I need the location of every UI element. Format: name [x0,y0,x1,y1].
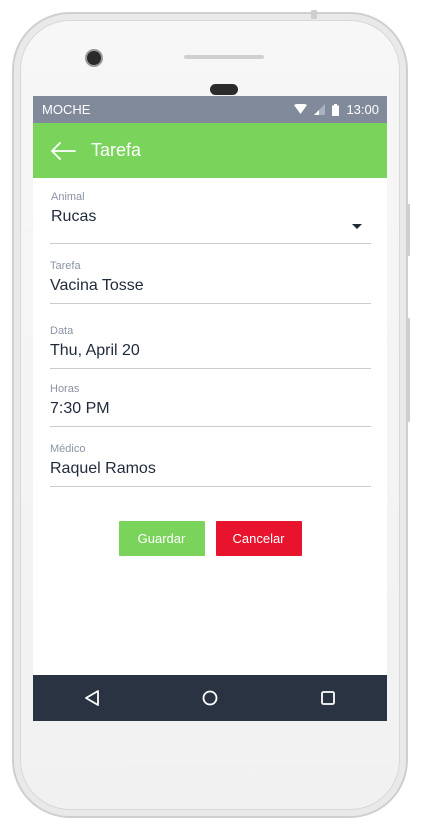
signal-icon [314,104,326,115]
save-button[interactable]: Guardar [118,521,205,556]
wifi-icon [294,104,308,115]
horas-label: Horas [50,383,80,395]
animal-value: Rucas [51,208,97,225]
earpiece-speaker [184,55,264,59]
medico-field[interactable]: Médico Raquel Ramos [50,427,371,487]
dropdown-arrow-icon[interactable] [352,224,362,229]
status-icons: 13:00 [294,102,379,117]
data-field[interactable]: Data Thu, April 20 [50,304,371,369]
cancel-button[interactable]: Cancelar [215,521,302,556]
tarefa-field[interactable]: Tarefa Vacina Tosse [50,244,371,304]
medico-label: Médico [50,443,86,455]
battery-icon [332,103,340,116]
tarefa-value: Vacina Tosse [50,277,144,294]
horas-value: 7:30 PM [50,400,110,417]
back-triangle-icon[interactable] [72,678,112,718]
home-circle-icon[interactable] [190,678,230,718]
clock-time: 13:00 [346,102,379,117]
arrow-left-icon[interactable] [50,141,76,160]
form-actions: Guardar Cancelar [33,521,387,556]
recents-square-icon[interactable] [308,678,348,718]
volume-button [406,318,410,422]
data-label: Data [50,325,74,337]
page-title: Tarefa [91,140,142,160]
horas-field[interactable]: Horas 7:30 PM [50,369,371,427]
tarefa-label: Tarefa [50,260,81,272]
power-button [406,204,410,256]
animal-select[interactable]: Animal Rucas [50,187,371,244]
device-screen: MOCHE 13:00 Tarefa Animal Rucas Tarefa V… [33,96,387,721]
medico-value: Raquel Ramos [50,460,156,477]
proximity-sensor [210,84,238,95]
top-edge-mark [311,10,317,19]
navigation-bar [33,675,387,721]
status-bar: MOCHE 13:00 [33,96,387,123]
app-bar: Tarefa [33,123,387,178]
animal-label: Animal [51,191,85,203]
front-camera [87,51,101,65]
task-form: Animal Rucas Tarefa Vacina Tosse Data Th… [33,187,387,487]
carrier-name: MOCHE [42,102,91,117]
data-value: Thu, April 20 [50,342,140,359]
